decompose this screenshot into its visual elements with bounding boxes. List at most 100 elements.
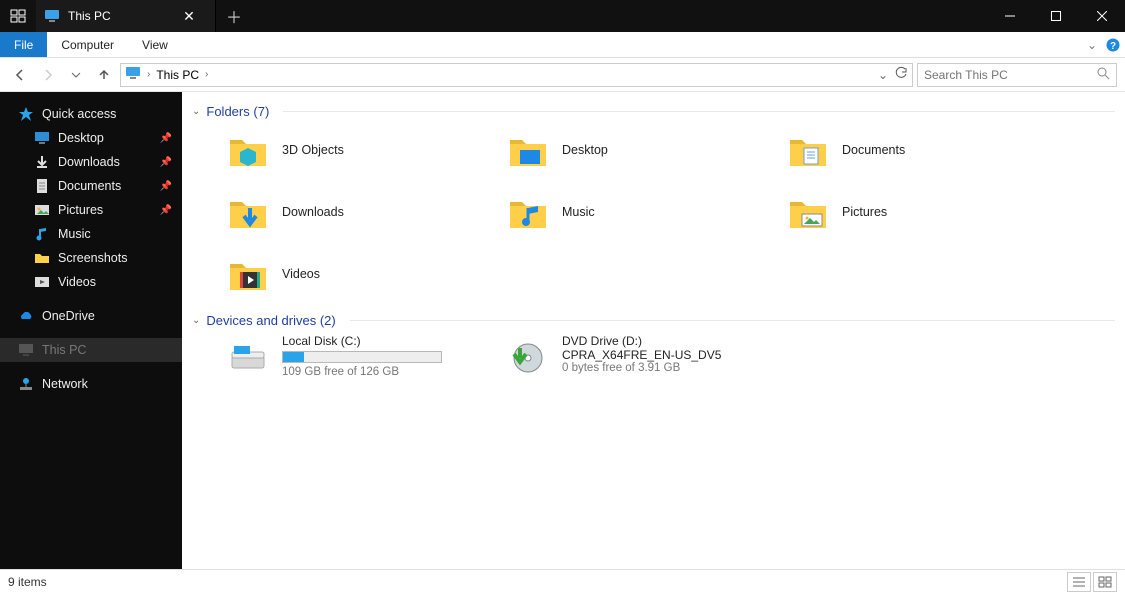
folder-label: Music — [562, 205, 595, 219]
folder-3d-objects[interactable]: 3D Objects — [226, 125, 506, 175]
folder-downloads[interactable]: Downloads — [226, 187, 506, 237]
sidebar-item-videos[interactable]: Videos — [0, 270, 182, 294]
hdd-icon — [226, 334, 270, 378]
sidebar-label: OneDrive — [42, 309, 95, 323]
nav-recent-icon[interactable] — [64, 63, 88, 87]
tab-label: This PC — [68, 9, 167, 23]
status-bar: 9 items — [0, 569, 1125, 593]
search-input[interactable] — [924, 68, 1097, 82]
drive-label: DVD Drive (D:) — [562, 334, 721, 348]
sidebar-network[interactable]: Network — [0, 372, 182, 396]
nav-back-button[interactable] — [8, 63, 32, 87]
group-header-drives[interactable]: ⌄ Devices and drives (2) — [192, 313, 1115, 328]
pin-icon: 📌 — [160, 133, 172, 144]
task-view-icon[interactable] — [0, 0, 36, 32]
drive-dvd[interactable]: DVD Drive (D:) CPRA_X64FRE_EN-US_DV5 0 b… — [506, 334, 786, 378]
drive-sub: 109 GB free of 126 GB — [282, 366, 442, 378]
address-bar[interactable]: › This PC › ⌄ — [120, 63, 913, 87]
folder-label: Downloads — [282, 205, 344, 219]
window-close-button[interactable] — [1079, 0, 1125, 32]
folder-label: Videos — [282, 267, 320, 281]
folder-icon — [226, 190, 270, 234]
help-icon[interactable]: ? — [1101, 32, 1125, 57]
star-icon — [18, 106, 34, 122]
sidebar-item-downloads[interactable]: Downloads 📌 — [0, 150, 182, 174]
pin-icon: 📌 — [160, 205, 172, 216]
address-dropdown-icon[interactable]: ⌄ — [878, 68, 888, 82]
view-details-button[interactable] — [1067, 572, 1091, 592]
pictures-icon — [34, 202, 50, 218]
folder-videos[interactable]: Videos — [226, 249, 506, 299]
sidebar-item-music[interactable]: Music — [0, 222, 182, 246]
folder-icon — [786, 128, 830, 172]
folder-desktop[interactable]: Desktop — [506, 125, 786, 175]
content-area: ⌄ Folders (7) 3D Objects Desktop — [182, 92, 1125, 569]
ribbon-tab-computer[interactable]: Computer — [47, 32, 128, 57]
sidebar-label: Network — [42, 377, 88, 391]
window-minimize-button[interactable] — [987, 0, 1033, 32]
search-icon[interactable] — [1097, 67, 1110, 83]
folder-documents[interactable]: Documents — [786, 125, 1066, 175]
group-title: Folders — [206, 104, 249, 119]
search-box[interactable] — [917, 63, 1117, 87]
refresh-icon[interactable] — [894, 66, 908, 83]
tab-close-icon[interactable]: ✕ — [175, 8, 203, 25]
pin-icon: 📌 — [160, 157, 172, 168]
sidebar-quick-access[interactable]: Quick access — [0, 102, 182, 126]
view-large-icons-button[interactable] — [1093, 572, 1117, 592]
folder-icon — [226, 252, 270, 296]
sidebar-item-pictures[interactable]: Pictures 📌 — [0, 198, 182, 222]
sidebar-item-documents[interactable]: Documents 📌 — [0, 174, 182, 198]
ribbon: File Computer View ⌄ ? — [0, 32, 1125, 58]
folder-label: 3D Objects — [282, 143, 344, 157]
folder-icon — [506, 190, 550, 234]
svg-text:?: ? — [1110, 41, 1116, 52]
group-count: 2 — [324, 313, 331, 328]
sidebar-item-label: Pictures — [58, 203, 103, 217]
sidebar-label: Quick access — [42, 107, 116, 121]
window-tab[interactable]: This PC ✕ — [36, 0, 216, 32]
pin-icon: 📌 — [160, 181, 172, 192]
sidebar-onedrive[interactable]: OneDrive — [0, 304, 182, 328]
sidebar-label: This PC — [42, 343, 86, 357]
window-maximize-button[interactable] — [1033, 0, 1079, 32]
folder-label: Pictures — [842, 205, 887, 219]
chevron-right-icon[interactable]: › — [205, 69, 208, 80]
drive-grid: Local Disk (C:) 109 GB free of 126 GB DV… — [226, 334, 1115, 378]
status-text: 9 items — [8, 575, 47, 589]
folder-pictures[interactable]: Pictures — [786, 187, 1066, 237]
videos-icon — [34, 274, 50, 290]
this-pc-icon — [18, 342, 34, 358]
folder-label: Desktop — [562, 143, 608, 157]
document-icon — [34, 178, 50, 194]
sidebar-item-label: Desktop — [58, 131, 104, 145]
breadcrumb[interactable]: This PC — [156, 68, 199, 82]
this-pc-icon — [125, 65, 141, 84]
ribbon-expand-icon[interactable]: ⌄ — [1083, 32, 1101, 57]
drive-label2: CPRA_X64FRE_EN-US_DV5 — [562, 348, 721, 362]
chevron-right-icon[interactable]: › — [147, 69, 150, 80]
folder-music[interactable]: Music — [506, 187, 786, 237]
chevron-down-icon: ⌄ — [192, 315, 200, 326]
group-count: 7 — [258, 104, 265, 119]
nav-row: › This PC › ⌄ — [0, 58, 1125, 92]
download-icon — [34, 154, 50, 170]
ribbon-tab-view[interactable]: View — [128, 32, 182, 57]
group-title: Devices and drives — [206, 313, 316, 328]
folder-icon — [226, 128, 270, 172]
cloud-icon — [18, 308, 34, 324]
group-header-folders[interactable]: ⌄ Folders (7) — [192, 104, 1115, 119]
ribbon-file-tab[interactable]: File — [0, 32, 47, 57]
new-tab-button[interactable]: ＋ — [216, 0, 252, 32]
nav-forward-button[interactable] — [36, 63, 60, 87]
folder-icon — [34, 250, 50, 266]
sidebar-item-desktop[interactable]: Desktop 📌 — [0, 126, 182, 150]
nav-up-button[interactable] — [92, 63, 116, 87]
desktop-icon — [34, 130, 50, 146]
folder-icon — [506, 128, 550, 172]
drive-local-disk[interactable]: Local Disk (C:) 109 GB free of 126 GB — [226, 334, 506, 378]
sidebar-this-pc[interactable]: This PC — [0, 338, 182, 362]
drive-usage-bar — [282, 351, 442, 363]
chevron-down-icon: ⌄ — [192, 106, 200, 117]
sidebar-item-screenshots[interactable]: Screenshots — [0, 246, 182, 270]
